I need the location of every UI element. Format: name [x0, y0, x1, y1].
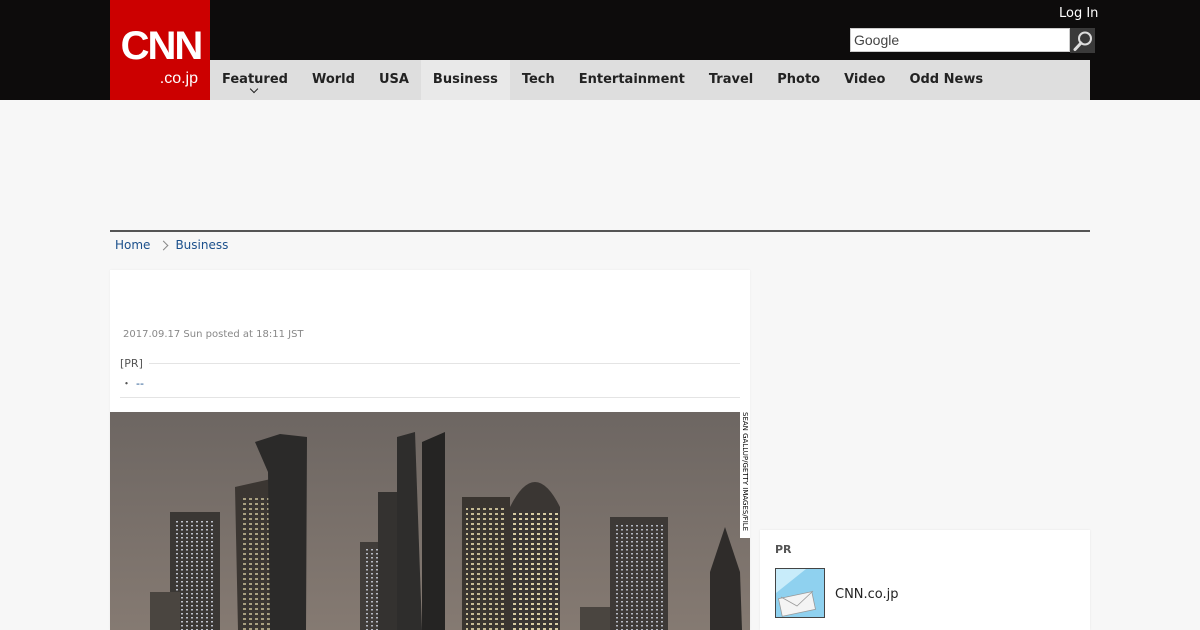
- nav-travel[interactable]: Travel: [697, 60, 765, 100]
- top-ad-slot: [110, 100, 1090, 230]
- envelope-icon: [776, 569, 824, 617]
- pr-bullet: ・: [121, 377, 132, 390]
- cnn-logo[interactable]: CNN .co.jp: [110, 0, 210, 100]
- nav-world[interactable]: World: [300, 60, 367, 100]
- nav-business[interactable]: Business: [420, 60, 510, 100]
- logo-domain: .co.jp: [159, 70, 198, 87]
- nav-label: Odd News: [909, 72, 984, 87]
- breadcrumb-business[interactable]: Business: [175, 238, 228, 252]
- nav-usa[interactable]: USA: [367, 60, 421, 100]
- pr-block: [PR] ・ --: [120, 357, 740, 398]
- pr-link[interactable]: --: [136, 377, 144, 390]
- nav-label: Entertainment: [578, 72, 685, 87]
- nav-label: Video: [844, 72, 886, 87]
- search-button[interactable]: [1070, 28, 1095, 53]
- search-icon: [1073, 31, 1092, 51]
- article-photo: [110, 412, 750, 630]
- nav-label: Business: [432, 72, 498, 87]
- login-link[interactable]: Log In: [1059, 6, 1098, 21]
- pr-card-title: PR: [775, 543, 792, 556]
- article-card: 2017.09.17 Sun posted at 18:11 JST [PR] …: [110, 270, 750, 630]
- breadcrumb-home[interactable]: Home: [115, 238, 150, 252]
- breadcrumb: Home Business: [115, 238, 228, 252]
- nav-video[interactable]: Video: [832, 60, 897, 100]
- search-input[interactable]: Google: [850, 28, 1070, 52]
- nav-label: World: [311, 72, 355, 87]
- nav-photo[interactable]: Photo: [765, 60, 832, 100]
- logo-text: CNN: [120, 24, 204, 68]
- nav-label: Photo: [777, 72, 821, 87]
- sidebar-pr-card: PR CNN.co.jp: [760, 530, 1090, 630]
- nav-featured[interactable]: Featured: [210, 60, 300, 100]
- pr-label: [PR]: [120, 357, 149, 370]
- posted-date: 2017.09.17 Sun posted at 18:11 JST: [123, 329, 304, 340]
- nav-label: USA: [378, 72, 409, 87]
- photo-credit: SEAN GALLUP/GETTY IMAGES/FILE: [740, 412, 750, 538]
- city-skyline-image: [110, 412, 750, 630]
- nav-odd-news[interactable]: Odd News: [897, 60, 995, 100]
- nav-label: Travel: [708, 72, 754, 87]
- section-divider: [110, 230, 1090, 232]
- nav-entertainment[interactable]: Entertainment: [567, 60, 697, 100]
- pr-thumbnail[interactable]: [775, 568, 825, 618]
- sidebar-ad-slot: [760, 270, 1090, 520]
- pr-item-name[interactable]: CNN.co.jp: [835, 587, 899, 602]
- pr-list-item: ・ --: [121, 375, 144, 391]
- chevron-right-icon: [158, 240, 169, 250]
- main-nav: Featured World USA Business Tech Enterta…: [210, 60, 1090, 100]
- nav-tech[interactable]: Tech: [510, 60, 567, 100]
- nav-label: Tech: [521, 72, 555, 87]
